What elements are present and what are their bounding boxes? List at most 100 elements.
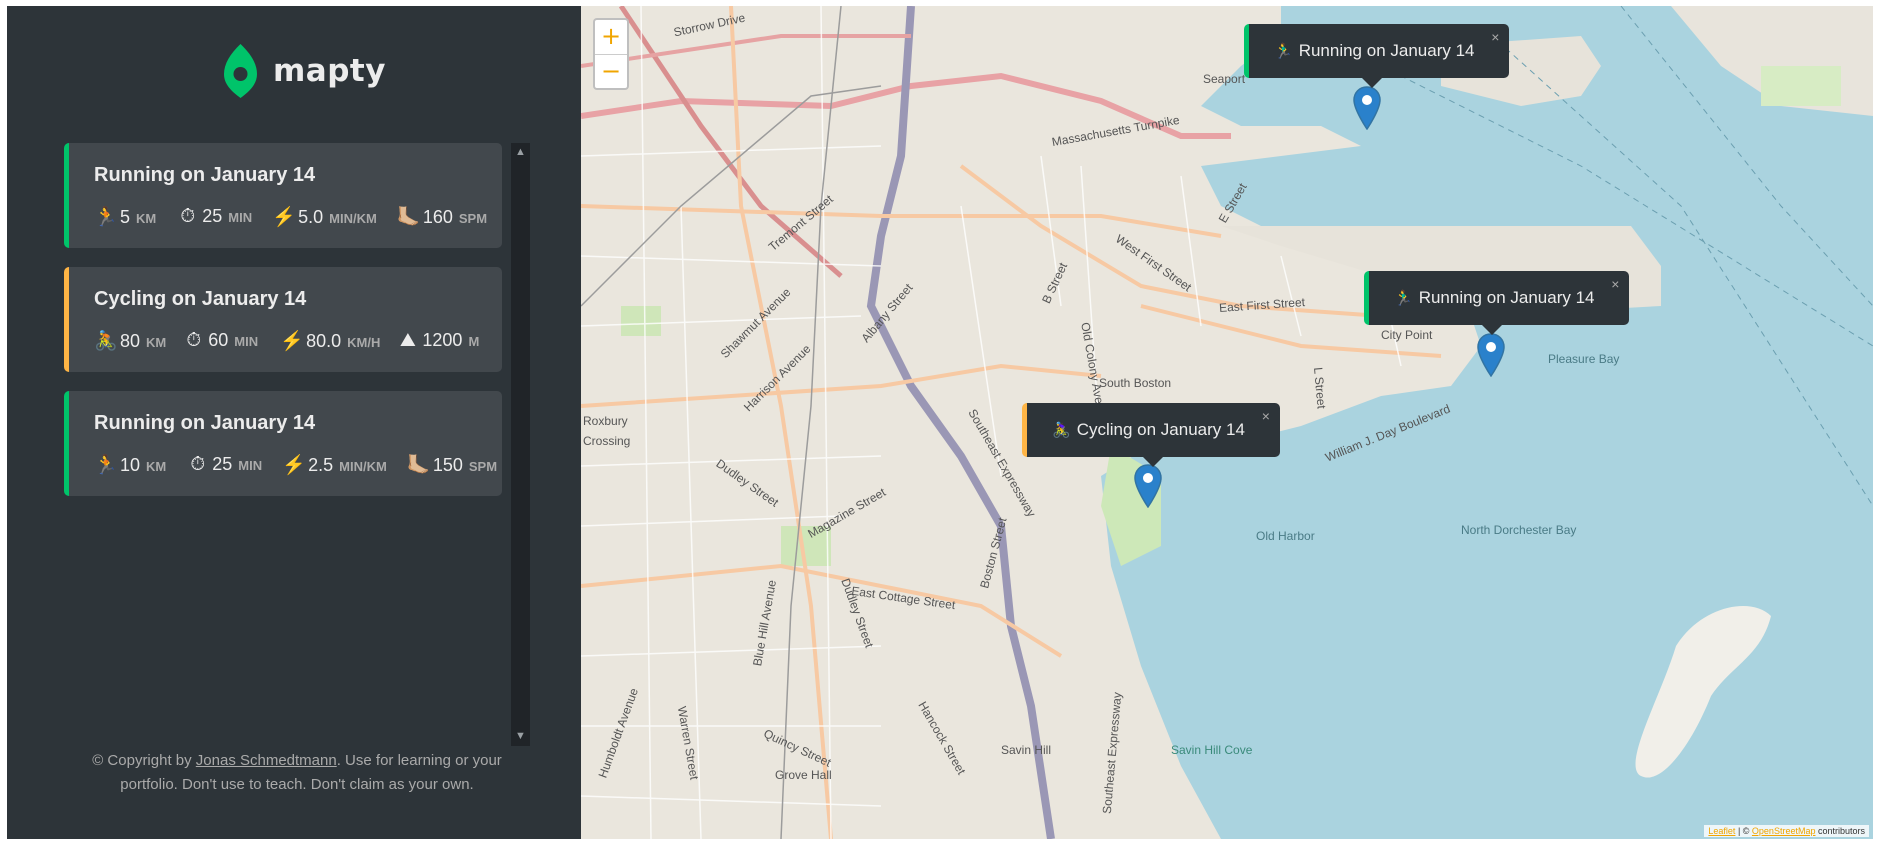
logo: mapty (222, 42, 386, 100)
stopwatch-icon: ⏱ (186, 330, 202, 351)
pace-stat: ⚡️ 5.0 min/km (272, 205, 377, 229)
zoom-out-button[interactable]: − (595, 54, 627, 88)
distance-value: 80 (120, 331, 141, 351)
map-label: Crossing (583, 434, 631, 448)
lightning-icon: ⚡️ (272, 207, 296, 228)
elevation-value: 1200 (422, 330, 463, 350)
runner-icon: 🏃 (94, 455, 118, 476)
speed-stat: ⚡️ 80.0 km/h (280, 329, 380, 353)
map-popup-running[interactable]: 🏃‍♂️ Running on January 14 × (1244, 24, 1510, 88)
lightning-icon: ⚡️ (280, 331, 304, 352)
lightning-icon: ⚡️ (282, 455, 306, 476)
cadence-stat: 🦶🏼 160 spm (397, 205, 487, 229)
distance-value: 10 (120, 455, 141, 475)
map-marker-icon[interactable] (1134, 464, 1162, 508)
workout-title: Running on January 14 (94, 412, 316, 434)
pace-value: 2.5 (308, 455, 334, 475)
map[interactable]: Storrow Drive Massachusetts Turnpike Sea… (581, 6, 1873, 839)
scroll-down-arrow-icon[interactable]: ▼ (511, 727, 530, 746)
cadence-unit: spm (458, 211, 488, 226)
cyclist-icon: 🚴‍♀️ (1052, 422, 1071, 439)
stopwatch-icon: ⏱ (180, 206, 196, 227)
map-label: City Point (1381, 328, 1433, 342)
runner-icon: 🏃‍♂️ (1394, 290, 1413, 307)
cadence-stat: 🦶🏼 150 spm (407, 453, 497, 477)
workout-stats: 🏃 10 km ⏱ 25 min ⚡️ 2.5 min/km (94, 453, 497, 477)
map-popup-cycling[interactable]: 🚴‍♀️ Cycling on January 14 × (1022, 403, 1280, 467)
author-link[interactable]: Jonas Schmedtmann (196, 752, 337, 769)
scroll-up-arrow-icon[interactable]: ▲ (511, 143, 530, 162)
workout-title: Running on January 14 (94, 164, 316, 186)
map-attribution: Leaflet | © OpenStreetMap contributors (1704, 825, 1869, 837)
workout-card-cycling[interactable]: Cycling on January 14 🚴 80 km ⏱ 60 min (64, 267, 502, 372)
leaflet-link[interactable]: Leaflet (1708, 826, 1735, 836)
map-label: Old Harbor (1256, 529, 1315, 543)
runner-icon: 🏃‍♂️ (1274, 43, 1293, 60)
duration-value: 60 (208, 330, 229, 350)
distance-value: 5 (120, 207, 131, 227)
popup-close-icon[interactable]: × (1491, 29, 1499, 45)
workout-title: Cycling on January 14 (94, 288, 307, 310)
workouts-list-container: Running on January 14 🏃 5 km ⏱ 25 min (64, 143, 530, 746)
workout-card-running[interactable]: Running on January 14 🏃 10 km ⏱ 25 min (64, 391, 502, 496)
map-label: Seaport (1203, 72, 1246, 86)
popup-text: Cycling on January 14 (1076, 420, 1245, 439)
foot-icon: 🦶🏼 (396, 207, 421, 228)
workouts-scrollbar[interactable]: ▲ ▼ (511, 143, 530, 746)
elevation-stat: ⛰ 1200 m (396, 330, 479, 352)
pace-unit: min/km (339, 459, 387, 474)
map-label: Pleasure Bay (1548, 352, 1620, 366)
popup-close-icon[interactable]: × (1611, 276, 1619, 292)
speed-unit: km/h (347, 335, 381, 350)
cadence-unit: spm (468, 459, 498, 474)
map-label: Grove Hall (775, 768, 832, 782)
cadence-value: 160 (422, 207, 453, 227)
popup-tip (1361, 77, 1383, 88)
duration-stat: ⏱ 25 min (186, 454, 262, 476)
map-marker-icon[interactable] (1477, 333, 1505, 377)
cyclist-icon: 🚴 (94, 331, 118, 352)
duration-unit: min (234, 334, 259, 349)
map-popup-running[interactable]: 🏃‍♂️ Running on January 14 × (1364, 271, 1630, 335)
pace-unit: min/km (329, 211, 377, 226)
distance-stat: 🚴 80 km (94, 329, 166, 353)
stopwatch-icon: ⏱ (190, 454, 206, 475)
pace-stat: ⚡️ 2.5 min/km (282, 453, 387, 477)
map-label: North Dorchester Bay (1461, 523, 1577, 537)
foot-icon: 🦶🏼 (406, 455, 431, 476)
map-label: Savin Hill Cove (1171, 743, 1253, 757)
workout-stats: 🏃 5 km ⏱ 25 min ⚡️ 5.0 min/km (94, 205, 487, 229)
popup-tip (1481, 324, 1503, 335)
popup-close-icon[interactable]: × (1262, 408, 1270, 424)
map-label: South Boston (1099, 376, 1172, 390)
copyright-footer: © Copyright by Jonas Schmedtmann. Use fo… (87, 749, 507, 797)
duration-value: 25 (212, 454, 233, 474)
map-marker-icon[interactable] (1353, 86, 1381, 130)
distance-unit: km (146, 459, 167, 474)
duration-unit: min (228, 210, 253, 225)
mountain-icon: ⛰ (399, 330, 416, 351)
distance-unit: km (136, 211, 157, 226)
attribution-separator: | © (1735, 826, 1752, 836)
duration-value: 25 (202, 206, 223, 226)
distance-stat: 🏃 10 km (94, 453, 166, 477)
map-label: Savin Hill (1001, 743, 1052, 757)
workout-stats: 🚴 80 km ⏱ 60 min ⚡️ 80.0 km/h (94, 329, 479, 353)
app: mapty Running on January 14 🏃 5 km ⏱ 25 (7, 6, 1873, 839)
workout-card-running[interactable]: Running on January 14 🏃 5 km ⏱ 25 min (64, 143, 502, 248)
attribution-suffix: contributors (1815, 826, 1865, 836)
osm-link[interactable]: OpenStreetMap (1752, 826, 1816, 836)
runner-icon: 🏃 (94, 207, 118, 228)
workouts-list: Running on January 14 🏃 5 km ⏱ 25 min (64, 143, 502, 746)
pace-value: 5.0 (298, 207, 324, 227)
distance-stat: 🏃 5 km (94, 205, 156, 229)
speed-value: 80.0 (306, 331, 342, 351)
popup-text: Running on January 14 (1298, 41, 1475, 60)
elevation-unit: m (468, 334, 480, 349)
map-pin-logo-icon (224, 44, 257, 98)
footer-prefix: © Copyright by (92, 752, 196, 769)
zoom-control: + − (593, 18, 629, 90)
brand-name: mapty (273, 53, 386, 89)
map-label: Roxbury (583, 414, 628, 428)
zoom-in-button[interactable]: + (595, 20, 627, 54)
